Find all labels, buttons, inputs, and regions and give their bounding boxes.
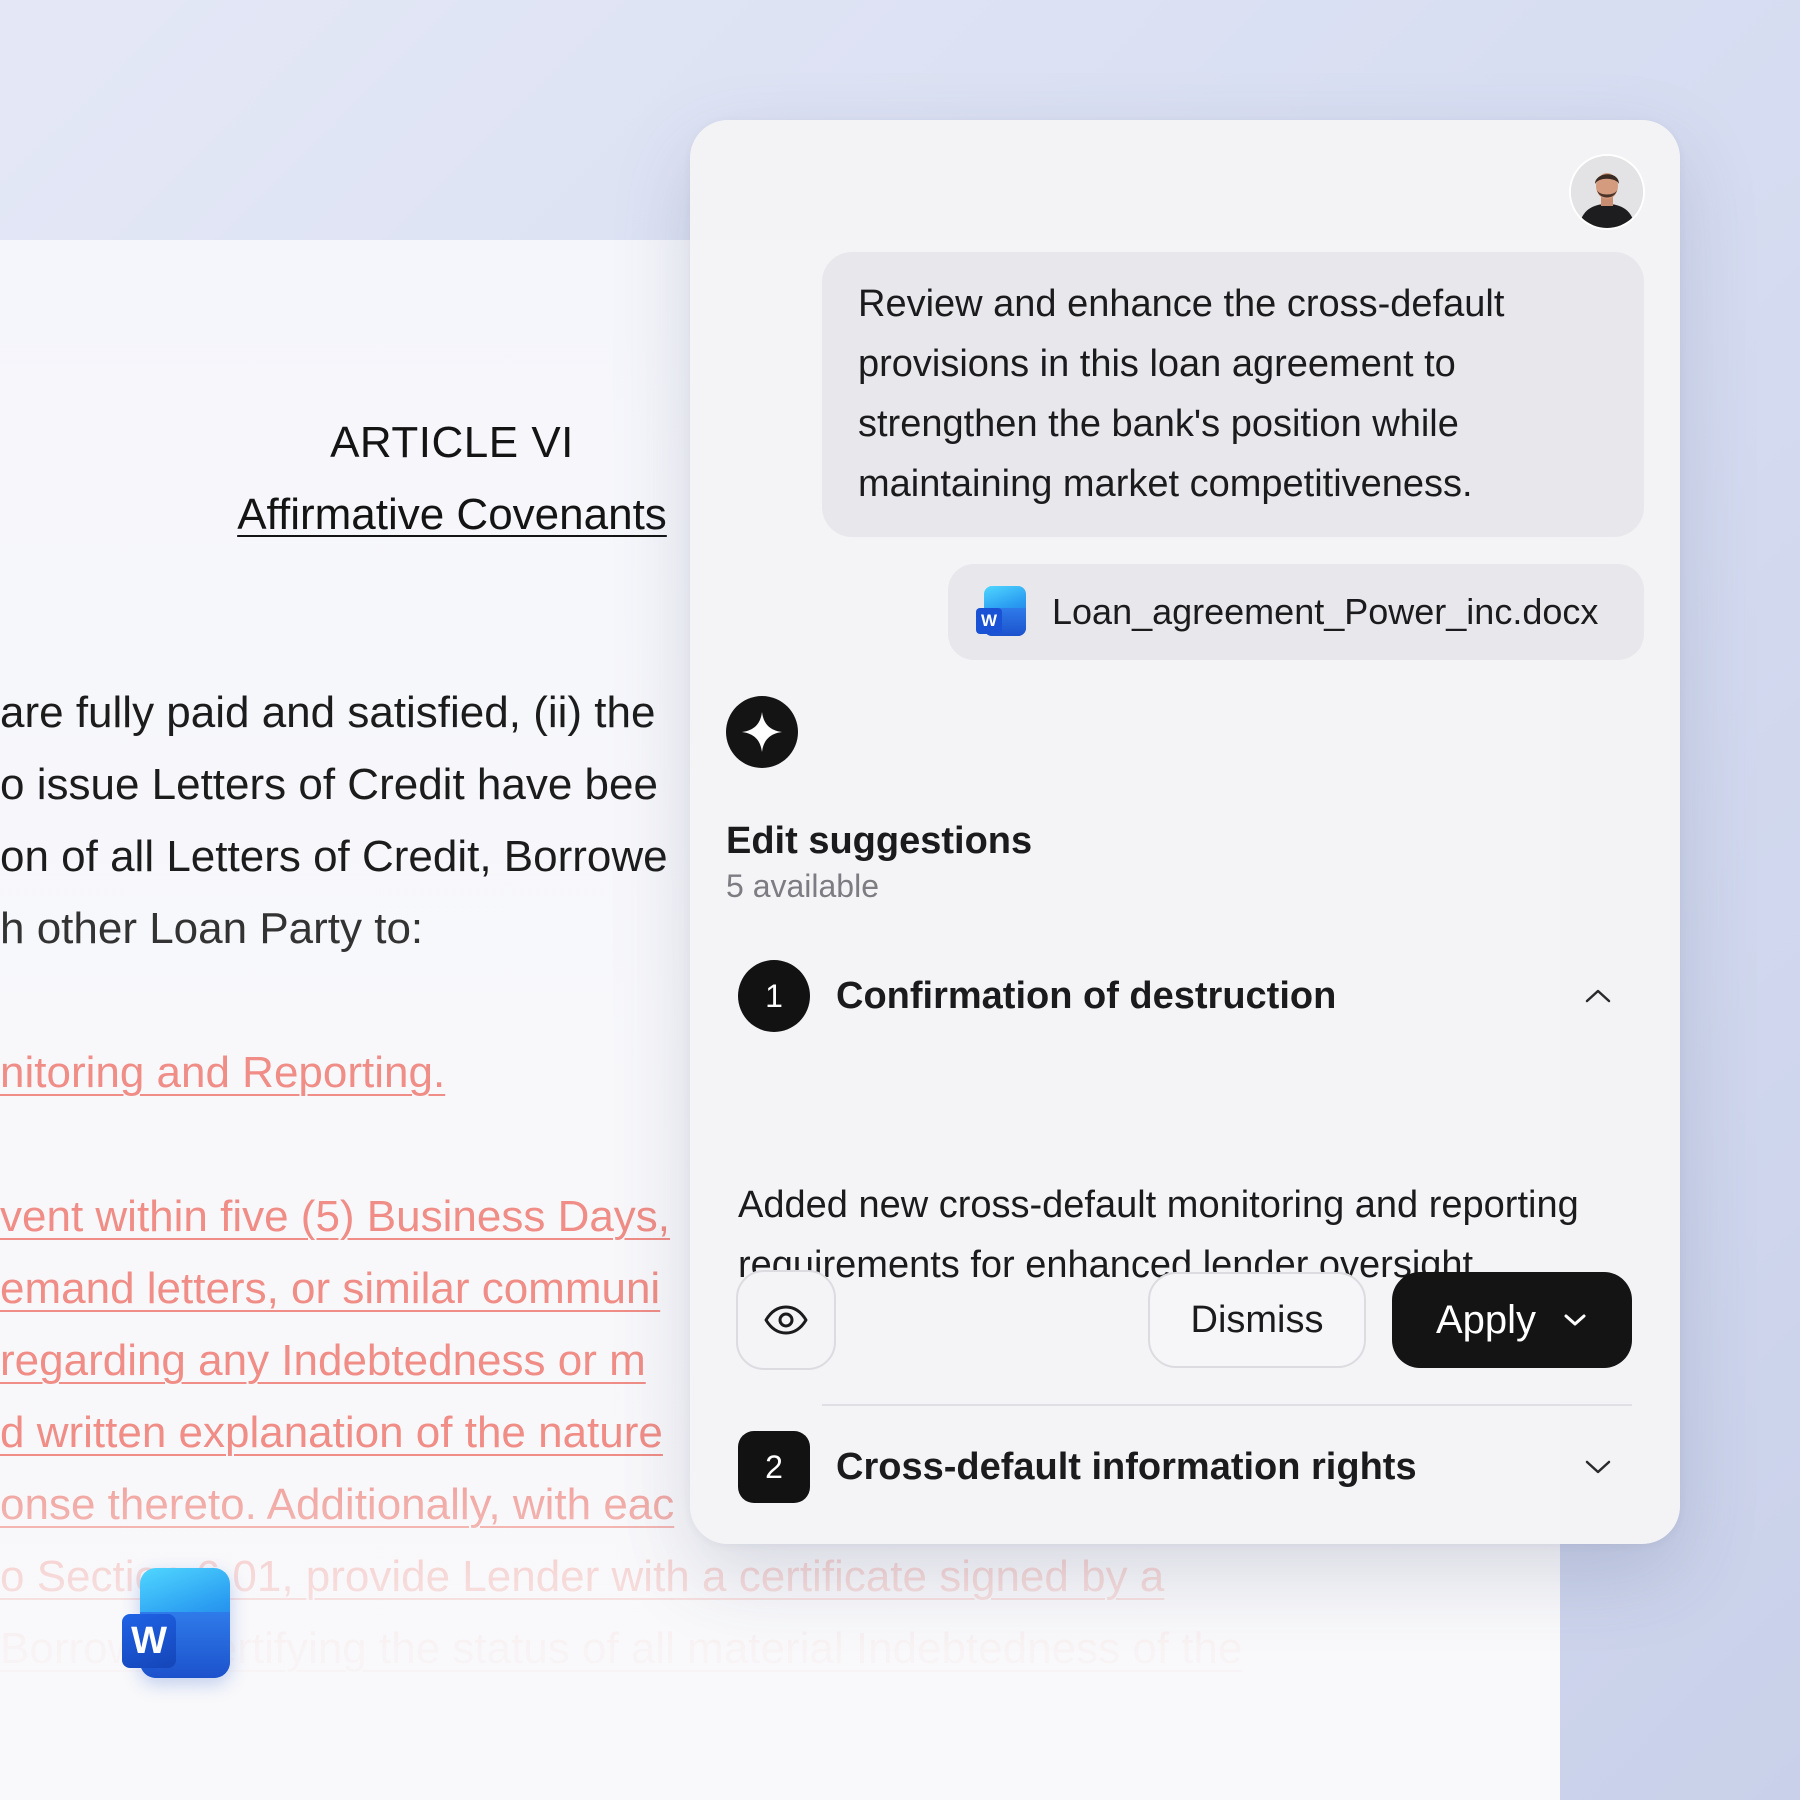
document-line: h other Loan Party to: — [0, 904, 424, 953]
attachment-chip[interactable]: W Loan_agreement_Power_inc.docx — [948, 564, 1644, 660]
attachment-filename: Loan_agreement_Power_inc.docx — [1052, 591, 1599, 632]
article-heading: ARTICLE VI — [330, 418, 574, 467]
word-app-icon: W — [122, 1568, 232, 1678]
suggestion-header[interactable]: 1 Confirmation of destruction — [738, 960, 1618, 1032]
redline-text: d written explanation of the nature — [0, 1408, 663, 1457]
redline-text: onse thereto. Additionally, with eac — [0, 1480, 675, 1529]
assistant-panel: Review and enhance the cross-default pro… — [690, 120, 1680, 1544]
user-avatar[interactable] — [1571, 156, 1643, 228]
suggestions-count: 5 available — [726, 868, 879, 904]
suggestion-number: 2 — [738, 1431, 810, 1503]
suggestion-number: 1 — [738, 960, 810, 1032]
avatar-image — [1571, 156, 1643, 228]
redline-text: vent within five (5) Business Days, — [0, 1192, 671, 1241]
document-line: are fully paid and satisfied, (ii) the — [0, 688, 656, 737]
chevron-down-icon[interactable] — [1562, 1311, 1588, 1329]
redline-text: nitoring and Reporting. — [0, 1048, 446, 1097]
dismiss-button[interactable]: Dismiss — [1148, 1272, 1366, 1368]
user-message: Review and enhance the cross-default pro… — [822, 252, 1644, 537]
sparkle-icon — [726, 696, 798, 768]
suggestion-header[interactable]: 2 Cross-default information rights — [738, 1431, 1618, 1503]
apply-button[interactable]: Apply — [1392, 1272, 1632, 1368]
suggestions-title: Edit suggestions — [726, 820, 1033, 862]
chevron-down-icon[interactable] — [1578, 1447, 1618, 1487]
document-line: o issue Letters of Credit have bee — [0, 760, 658, 809]
chevron-up-icon[interactable] — [1578, 976, 1618, 1016]
word-doc-icon: W — [976, 586, 1028, 638]
suggestion-title: Confirmation of destruction — [836, 974, 1337, 1017]
eye-icon — [764, 1305, 808, 1335]
apply-label: Apply — [1435, 1297, 1537, 1342]
redline-text: emand letters, or similar communi — [0, 1264, 661, 1313]
document-line: on of all Letters of Credit, Borrowe — [0, 832, 668, 881]
preview-button[interactable] — [736, 1270, 836, 1370]
article-subtitle: Affirmative Covenants — [237, 490, 667, 539]
suggestion-title: Cross-default information rights — [836, 1445, 1417, 1488]
redline-text: regarding any Indebtedness or m — [0, 1336, 646, 1385]
divider — [822, 1404, 1632, 1406]
